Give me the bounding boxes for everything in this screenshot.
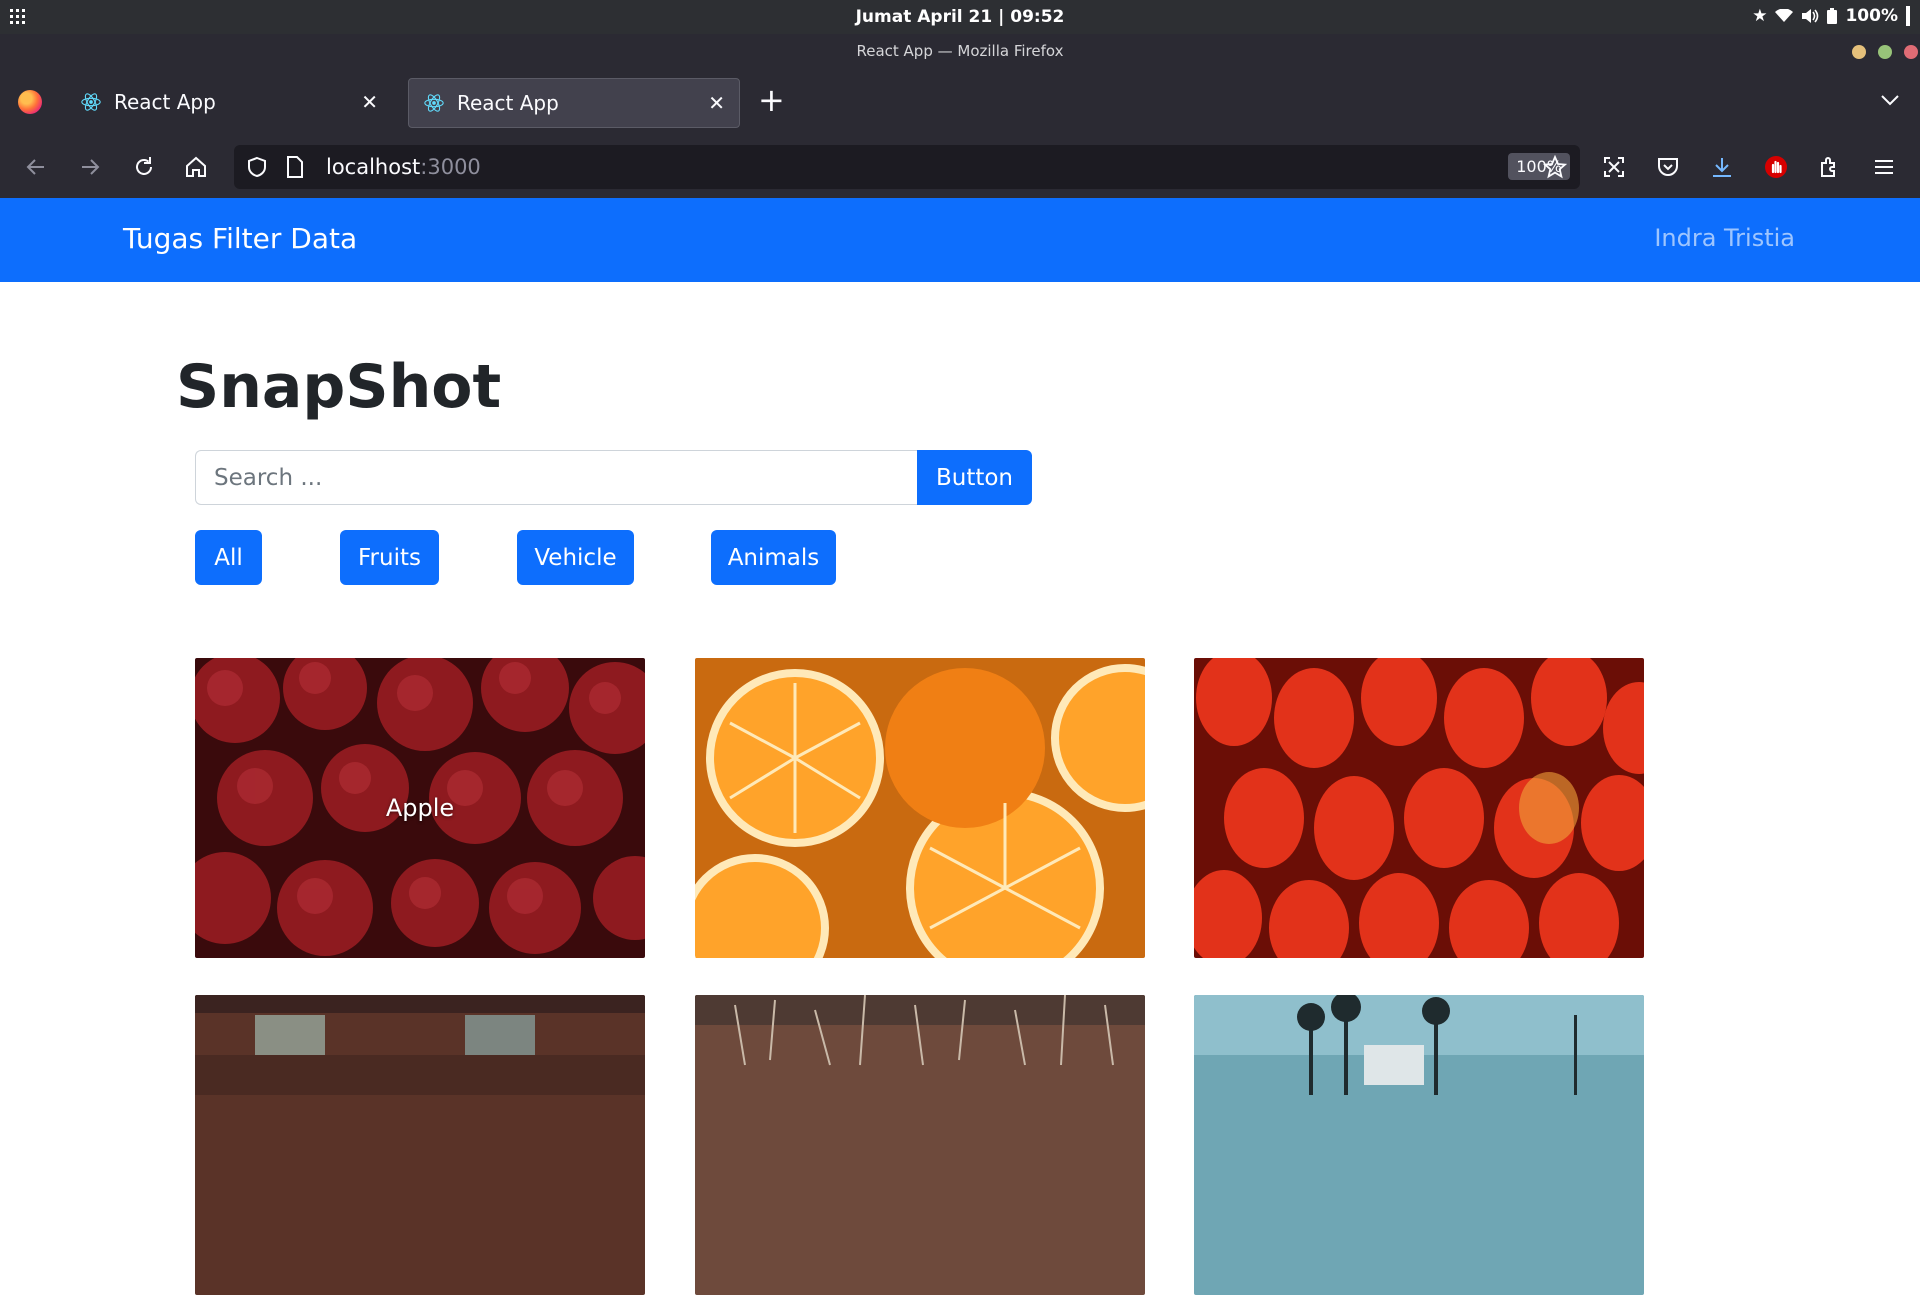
navigation-toolbar: localhost:3000 100%: [0, 136, 1920, 199]
oranges-image: [695, 658, 1145, 958]
back-arrow-icon[interactable]: [24, 155, 48, 179]
react-logo-icon: [424, 94, 444, 112]
filter-fruits-button[interactable]: Fruits: [340, 530, 439, 585]
close-tab-icon[interactable]: ✕: [361, 90, 378, 114]
scroll-indicator: [1906, 6, 1910, 26]
gallery-card-oranges[interactable]: [695, 658, 1145, 958]
search-button[interactable]: Button: [917, 450, 1032, 505]
new-tab-button[interactable]: +: [758, 84, 785, 116]
url-port: :3000: [420, 155, 481, 179]
close-tab-icon[interactable]: ✕: [708, 91, 725, 115]
star-icon: ★: [1752, 6, 1768, 26]
system-top-bar: Jumat April 21 | 09:52 ★ 100%: [0, 0, 1920, 34]
maximize-button[interactable]: [1878, 45, 1892, 59]
minimize-button[interactable]: [1852, 45, 1866, 59]
volume-icon: [1802, 9, 1819, 23]
tab-label: React App: [114, 90, 216, 114]
hamburger-menu-icon[interactable]: [1872, 155, 1896, 179]
extension-stop-hand-icon[interactable]: [1764, 155, 1788, 179]
window-title: React App — Mozilla Firefox: [856, 42, 1064, 60]
close-window-button[interactable]: [1904, 45, 1918, 59]
wifi-icon: [1775, 9, 1794, 22]
animal-dry-grass-image: [695, 995, 1145, 1295]
tab-react-app-2[interactable]: React App ✕: [408, 78, 740, 128]
system-tray[interactable]: ★ 100%: [1752, 6, 1910, 26]
gallery-card-palm-street[interactable]: [1194, 995, 1644, 1295]
gallery-card-apple[interactable]: Apple: [195, 658, 645, 958]
url-host: localhost: [326, 155, 421, 179]
window-title-bar[interactable]: React App — Mozilla Firefox: [0, 34, 1920, 68]
strawberries-image: [1194, 658, 1644, 958]
tab-label: React App: [457, 91, 559, 115]
gallery-card-animal[interactable]: [695, 995, 1145, 1295]
navbar-user-name[interactable]: Indra Tristia: [1654, 224, 1795, 252]
search-input[interactable]: [195, 450, 917, 505]
firefox-logo-icon[interactable]: [18, 90, 42, 114]
battery-icon: [1827, 8, 1838, 24]
extensions-puzzle-icon[interactable]: [1818, 155, 1842, 179]
bookmark-star-icon[interactable]: [1543, 155, 1567, 179]
chevron-down-icon[interactable]: [1880, 90, 1900, 110]
home-icon[interactable]: [184, 155, 208, 179]
gallery-card-motorcycle[interactable]: [195, 995, 645, 1295]
react-logo-icon: [81, 93, 101, 111]
page-title: SnapShot: [176, 352, 502, 422]
motorcycle-street-image: [195, 995, 645, 1295]
url-text[interactable]: localhost:3000: [326, 155, 481, 179]
battery-percentage: 100%: [1845, 6, 1898, 26]
system-clock[interactable]: Jumat April 21 | 09:52: [0, 7, 1920, 27]
tab-strip: React App ✕ React App ✕ +: [0, 68, 1920, 136]
filter-vehicle-button[interactable]: Vehicle: [517, 530, 634, 585]
page-icon[interactable]: [286, 156, 304, 178]
filter-all-button[interactable]: All: [195, 530, 262, 585]
address-bar[interactable]: localhost:3000 100%: [234, 145, 1580, 189]
reload-icon[interactable]: [132, 155, 156, 179]
screenshot-icon[interactable]: [1602, 155, 1626, 179]
forward-arrow-icon[interactable]: [78, 155, 102, 179]
pocket-icon[interactable]: [1656, 155, 1680, 179]
downloads-icon[interactable]: [1710, 155, 1734, 179]
navbar-brand[interactable]: Tugas Filter Data: [123, 222, 357, 255]
gallery-card-strawberries[interactable]: [1194, 658, 1644, 958]
app-navbar: Tugas Filter Data Indra Tristia: [0, 198, 1920, 282]
filter-animals-button[interactable]: Animals: [711, 530, 836, 585]
palm-street-image: [1194, 995, 1644, 1295]
card-caption: Apple: [385, 794, 455, 822]
tab-react-app-1[interactable]: React App ✕: [66, 78, 392, 126]
shield-icon[interactable]: [246, 156, 268, 178]
